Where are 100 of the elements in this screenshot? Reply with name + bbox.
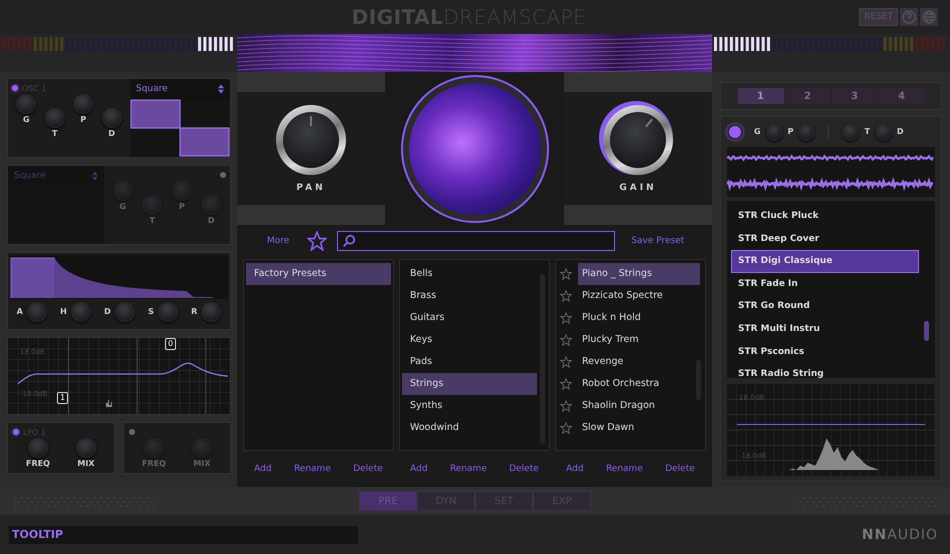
preset-item[interactable]: Shaolin Dragon xyxy=(578,395,700,417)
knob[interactable] xyxy=(114,302,135,322)
category-item[interactable]: Woodwind xyxy=(402,417,537,439)
gain-knob[interactable] xyxy=(603,104,673,174)
knob-label: R xyxy=(191,307,198,317)
knob[interactable] xyxy=(144,438,164,458)
action-link[interactable]: Delete xyxy=(665,464,695,474)
action-link[interactable]: Rename xyxy=(450,464,487,474)
action-link[interactable]: Delete xyxy=(509,464,539,474)
knob[interactable] xyxy=(73,94,94,114)
knob-label: A xyxy=(16,307,23,317)
sample-item[interactable]: STR Multi Instru xyxy=(731,318,919,341)
knob-label: T xyxy=(864,127,870,137)
sample-item[interactable]: STR Radio String xyxy=(731,363,919,386)
sample-item[interactable]: STR Digi Classique xyxy=(731,250,919,273)
sample-item[interactable]: STR Go Round xyxy=(731,295,919,318)
knob[interactable] xyxy=(70,302,91,322)
action-link[interactable]: Add xyxy=(254,464,272,474)
sample-item[interactable]: STR Deep Cover xyxy=(731,228,919,250)
knob[interactable] xyxy=(76,438,96,458)
knob[interactable] xyxy=(44,108,65,128)
search-icon xyxy=(342,234,356,248)
power-led[interactable] xyxy=(129,429,135,435)
star-icon[interactable] xyxy=(560,356,572,368)
category-item[interactable]: Bells xyxy=(402,263,537,285)
star-icon[interactable] xyxy=(560,400,572,412)
brand-logo: NNAUDIO xyxy=(862,526,938,542)
globe-icon[interactable] xyxy=(920,8,938,26)
band-handle[interactable]: 0 xyxy=(165,338,176,350)
knob-label: P xyxy=(788,127,794,137)
knob[interactable] xyxy=(842,124,860,140)
action-link[interactable]: Add xyxy=(410,464,428,474)
knob-label: MIX xyxy=(193,459,210,469)
action-link[interactable]: Rename xyxy=(294,464,331,474)
power-led[interactable] xyxy=(12,85,18,91)
action-link[interactable]: Add xyxy=(566,464,584,474)
more-link[interactable]: More xyxy=(267,236,290,246)
category-item[interactable]: Synths xyxy=(402,395,537,417)
sample-item[interactable]: STR Psconics xyxy=(731,340,919,364)
knob[interactable] xyxy=(798,124,816,140)
preset-item[interactable]: Pluck n Hold xyxy=(578,307,700,329)
help-icon[interactable] xyxy=(900,8,918,26)
knob-label: T xyxy=(52,129,58,139)
knob-label: D xyxy=(108,129,116,139)
knob[interactable] xyxy=(192,438,212,458)
bank-item[interactable]: Factory Presets xyxy=(246,263,391,285)
knob[interactable] xyxy=(766,124,783,140)
knob-label: T xyxy=(150,216,155,226)
knob-label: D xyxy=(208,216,215,226)
category-item[interactable]: Keys xyxy=(402,329,537,351)
category-item[interactable]: Brass xyxy=(402,285,537,307)
power-led[interactable] xyxy=(727,124,743,140)
knob[interactable] xyxy=(874,124,892,140)
search-field[interactable] xyxy=(337,231,616,252)
updown-icon xyxy=(92,171,98,181)
action-link[interactable]: Delete xyxy=(353,464,383,474)
category-item[interactable]: Pads xyxy=(402,351,537,373)
preset-item[interactable]: Plucky Trem xyxy=(578,329,700,351)
preset-item[interactable]: Slow Dawn xyxy=(578,417,700,439)
updown-icon xyxy=(218,84,224,94)
star-icon[interactable] xyxy=(560,312,572,324)
knob-label: GAIN xyxy=(619,182,657,192)
star-icon[interactable] xyxy=(560,378,572,390)
preset-item[interactable]: Revenge xyxy=(578,351,700,373)
knob-label: H xyxy=(60,307,67,317)
power-led[interactable] xyxy=(220,172,226,178)
preset-item[interactable]: Robot Orchestra xyxy=(578,373,700,395)
category-item[interactable]: Guitars xyxy=(402,307,537,329)
star-icon[interactable] xyxy=(560,290,572,302)
action-link[interactable]: Rename xyxy=(606,464,643,474)
star-icon[interactable] xyxy=(560,334,572,346)
star-icon[interactable] xyxy=(560,268,572,280)
knob[interactable] xyxy=(112,181,133,201)
star-icon[interactable] xyxy=(307,231,328,251)
category-item[interactable]: Strings xyxy=(402,373,537,395)
band-handle[interactable]: 1 xyxy=(57,392,68,404)
sample-item[interactable]: STR Fade In xyxy=(731,272,919,296)
preset-item[interactable]: Pizzicato Spectre xyxy=(578,285,700,307)
knob-label: G xyxy=(22,115,30,125)
slot-tab[interactable]: 1 xyxy=(738,88,784,104)
power-led[interactable] xyxy=(13,429,19,435)
star-icon[interactable] xyxy=(560,422,572,434)
knob-label: P xyxy=(178,202,185,212)
knob[interactable] xyxy=(26,302,47,322)
scrollbar[interactable] xyxy=(924,321,929,341)
knob[interactable] xyxy=(158,302,178,322)
save-preset-link[interactable]: Save Preset xyxy=(631,236,684,246)
knob[interactable] xyxy=(172,181,192,201)
knob-label: D xyxy=(104,307,111,317)
sample-item[interactable]: STR Cluck Pluck xyxy=(731,205,919,228)
knob-label: MIX xyxy=(77,459,94,469)
knob[interactable] xyxy=(142,195,162,215)
knob-label: D xyxy=(896,127,904,137)
preset-item[interactable]: Piano _ Strings xyxy=(578,263,700,285)
knob[interactable] xyxy=(201,195,222,215)
knob[interactable] xyxy=(102,108,122,128)
knob[interactable] xyxy=(201,302,222,322)
knob-label: S xyxy=(148,307,154,317)
knob[interactable] xyxy=(16,94,36,114)
knob[interactable] xyxy=(28,438,48,458)
